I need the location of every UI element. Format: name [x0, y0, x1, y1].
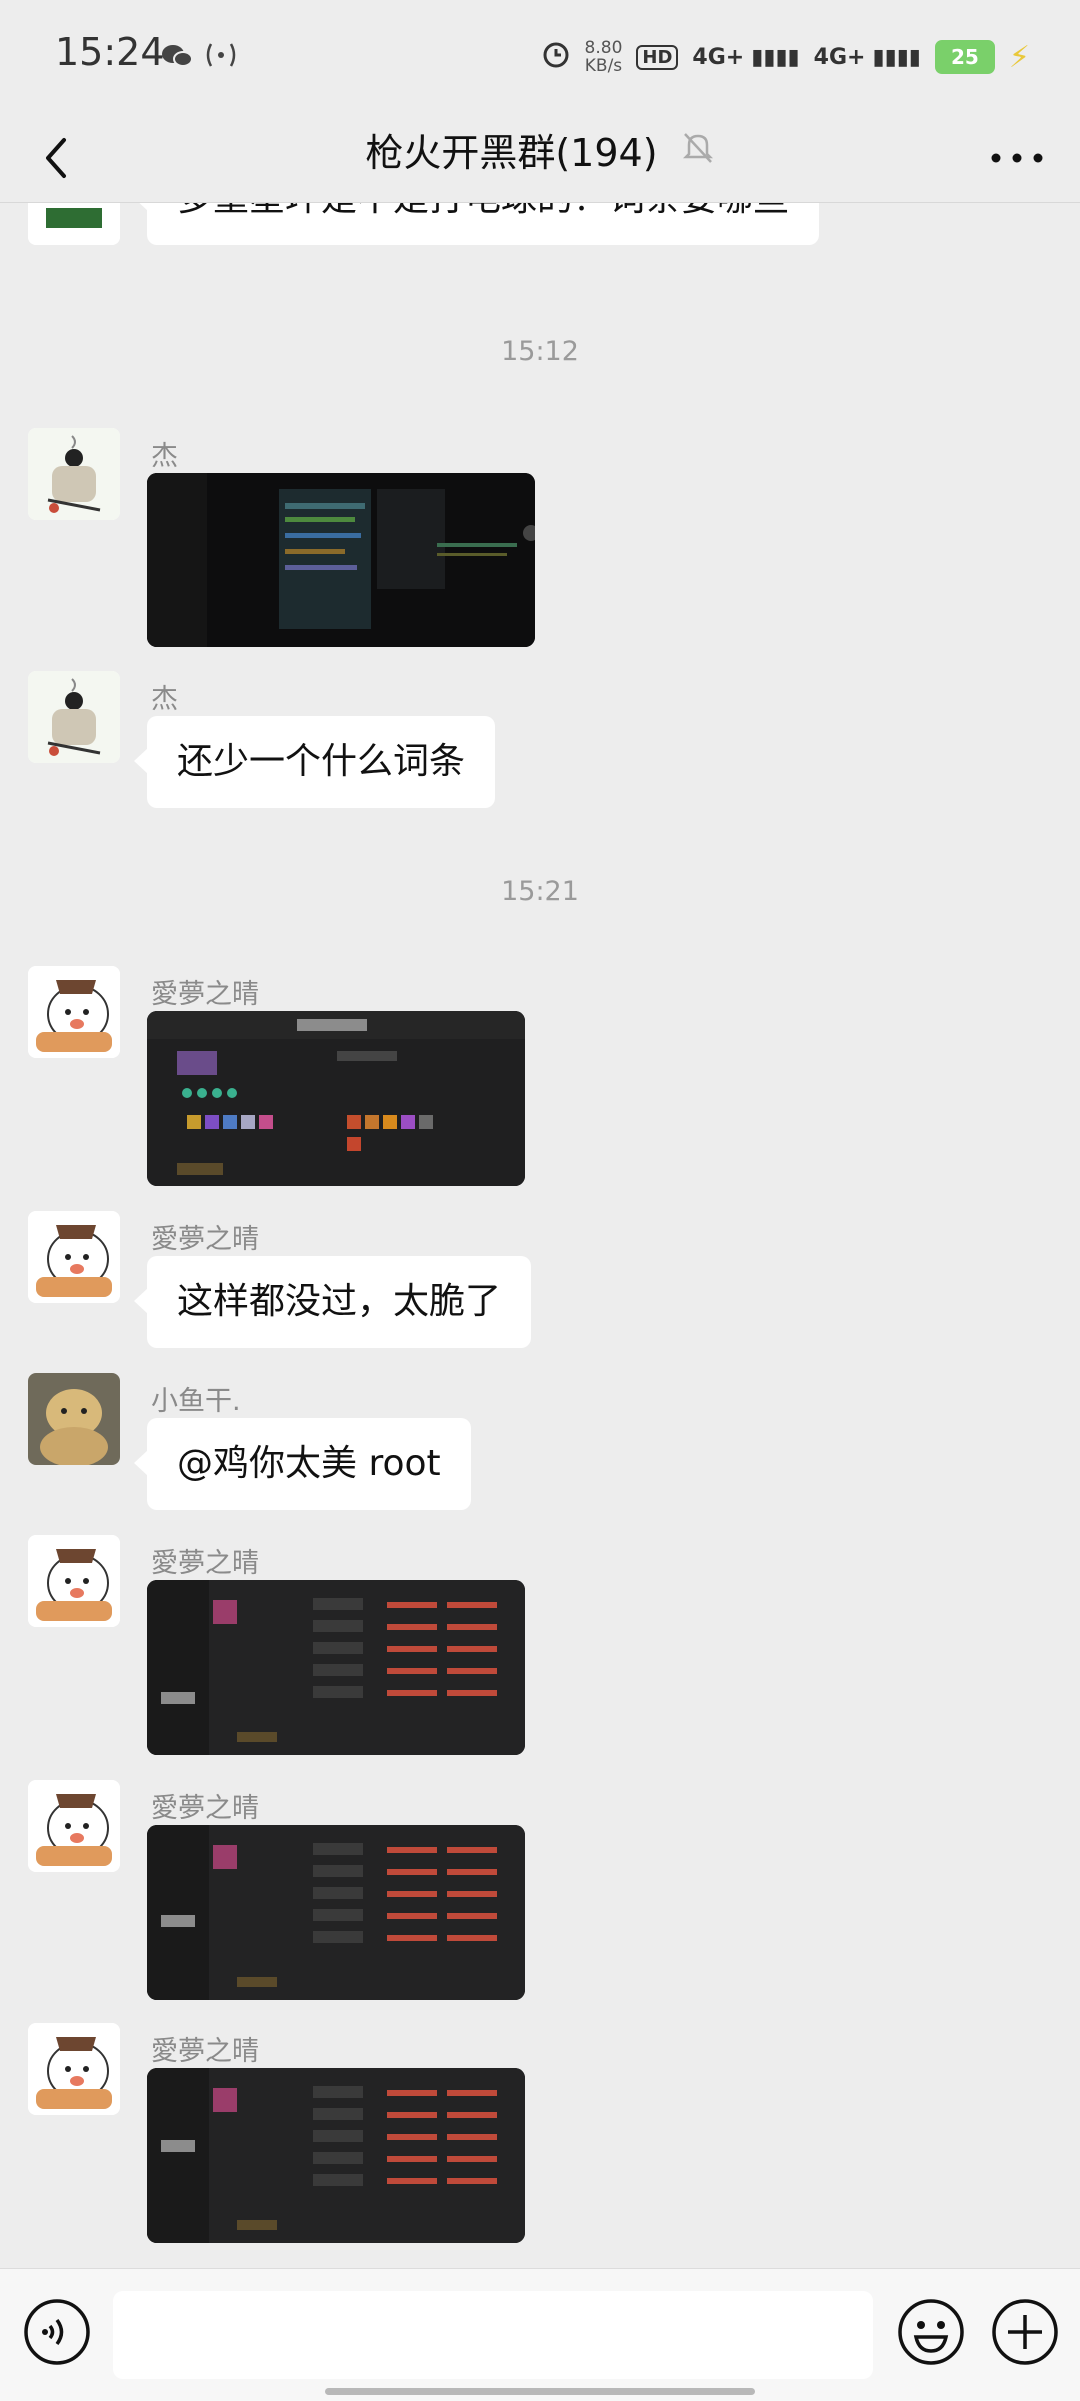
sender-name: 愛夢之晴 [151, 979, 259, 1010]
sender-name: 愛夢之晴 [151, 1793, 259, 1824]
message-text[interactable]: 还少一个什么词条 [133, 716, 496, 808]
input-bar [0, 2268, 1080, 2401]
home-indicator[interactable] [325, 2388, 755, 2395]
screenshot-thumbnail [147, 473, 535, 647]
avatar[interactable] [28, 428, 120, 520]
net-speed: 8.80 KB/s [585, 39, 623, 75]
net-type-2-label: 4G+ [813, 44, 866, 70]
signal-icon: ▮▮▮▮ [751, 44, 800, 70]
hotspot-icon [203, 43, 239, 77]
title-wrap: 枪火开黑群(194) [0, 122, 1080, 177]
voice-icon [24, 2299, 90, 2365]
timestamp: 15:12 [501, 336, 579, 367]
status-right-icons: 8.80 KB/s HD 4G+ ▮▮▮▮ 4G+ ▮▮▮▮ 25 ⚡ [541, 32, 1030, 82]
signal-icon: ▮▮▮▮ [872, 44, 921, 70]
image-message[interactable] [147, 1825, 525, 2000]
chat-header: 枪火开黑群(194) [0, 110, 1080, 203]
screenshot-thumbnail [147, 1580, 525, 1755]
avatar[interactable] [28, 1780, 120, 1872]
more-dots-icon [991, 153, 1043, 163]
avatar[interactable] [28, 966, 120, 1058]
plus-icon [992, 2299, 1058, 2365]
avatar[interactable] [28, 203, 120, 245]
message-text[interactable]: 这样都没过，太脆了 [133, 1256, 532, 1348]
timestamp: 15:21 [501, 876, 579, 907]
battery-icon: 25 [934, 40, 995, 74]
screenshot-thumbnail [147, 1011, 525, 1186]
net-type-2: 4G+ ▮▮▮▮ [814, 45, 921, 70]
status-left-icons [160, 40, 239, 77]
image-message[interactable] [147, 473, 535, 647]
emoji-button[interactable] [896, 2297, 966, 2367]
sender-name: 小鱼干. [151, 1386, 241, 1417]
charging-icon: ⚡ [1008, 39, 1030, 75]
net-type-1-label: 4G+ [692, 44, 745, 70]
avatar[interactable] [28, 1373, 120, 1465]
message-text[interactable]: 多重星环是不是打电球的？词条要哪些 [133, 203, 820, 245]
message-text[interactable]: @鸡你太美 root [134, 1418, 471, 1510]
screenshot-thumbnail [147, 1825, 525, 2000]
image-message[interactable] [147, 1580, 525, 1755]
alarm-icon [541, 39, 571, 75]
voice-button[interactable] [22, 2297, 92, 2367]
bell-off-icon [681, 130, 715, 170]
avatar[interactable] [28, 1211, 120, 1303]
screenshot-thumbnail [147, 2068, 525, 2243]
wechat-icon [160, 44, 203, 77]
sender-name: 杰 [151, 441, 178, 472]
emoji-icon [898, 2299, 964, 2365]
net-speed-value: 8.80 [584, 38, 623, 58]
image-message[interactable] [147, 2068, 525, 2243]
status-bar: 15:24 8.80 KB/s HD 4G+ ▮▮▮▮ 4G+ ▮▮▮▮ 25 … [0, 0, 1080, 110]
avatar[interactable] [28, 1535, 120, 1627]
avatar[interactable] [28, 2023, 120, 2115]
sender-name: 愛夢之晴 [151, 1224, 259, 1255]
chat-title: 枪火开黑群(194) [365, 131, 658, 175]
net-type-1: 4G+ ▮▮▮▮ [692, 45, 799, 70]
sender-name: 愛夢之晴 [151, 1548, 259, 1579]
plus-button[interactable] [990, 2297, 1060, 2367]
message-input[interactable] [113, 2291, 873, 2379]
sender-name: 愛夢之晴 [151, 2036, 259, 2067]
net-speed-unit: KB/s [584, 56, 623, 76]
status-time: 15:24 [55, 30, 165, 74]
more-button[interactable] [982, 128, 1052, 188]
sender-name: 杰 [151, 684, 178, 715]
hd-badge: HD [636, 44, 679, 70]
message-list[interactable]: 多重星环是不是打电球的？词条要哪些 15:12 杰 [0, 203, 1080, 2268]
avatar[interactable] [28, 671, 120, 763]
image-message[interactable] [147, 1011, 525, 1186]
